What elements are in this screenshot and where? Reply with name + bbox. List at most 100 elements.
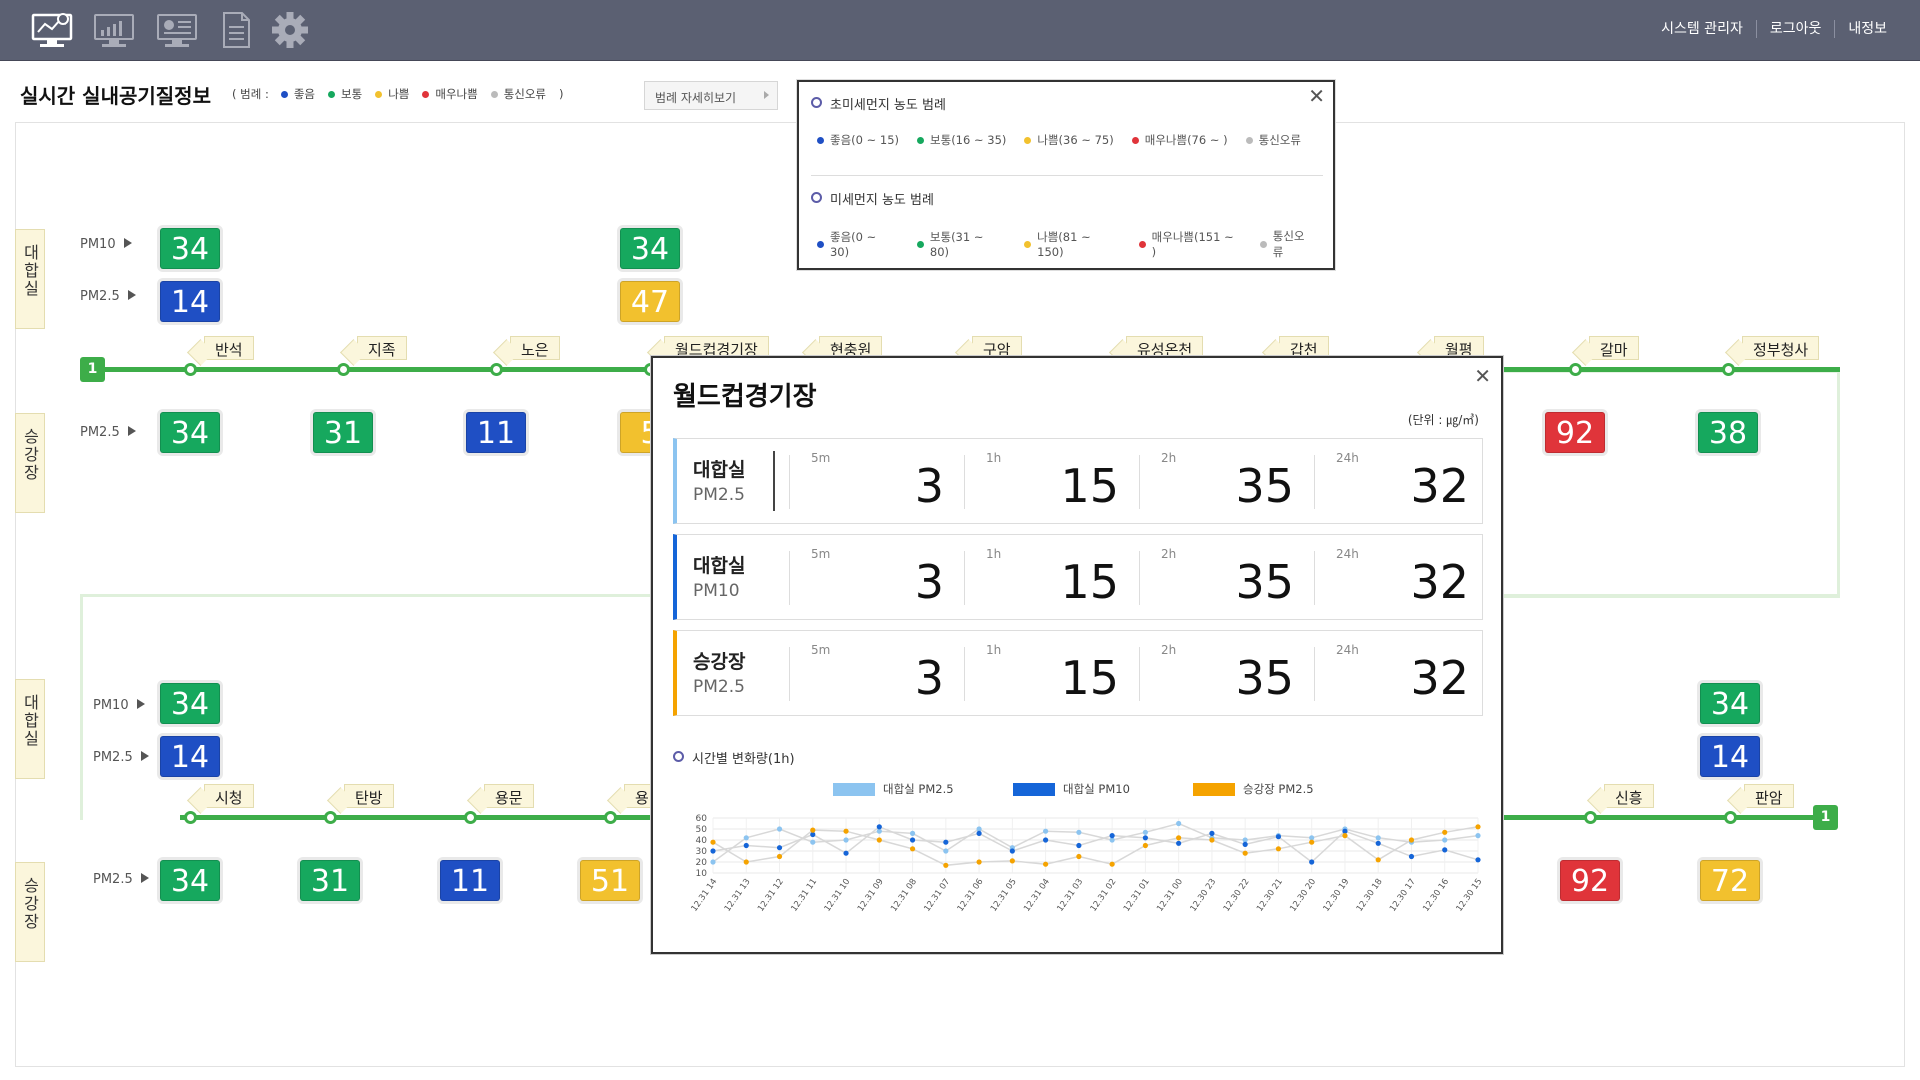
chart-title: 시간별 변화량(1h): [673, 748, 795, 767]
station-node[interactable]: [1569, 363, 1582, 376]
pm10-value-box[interactable]: 34: [620, 228, 680, 269]
station-node[interactable]: [604, 811, 617, 824]
period-cell: 2h 35: [1139, 535, 1314, 619]
selected-divider: [773, 451, 775, 511]
data-point: [1176, 820, 1182, 827]
legend-item: 통신오류: [1245, 132, 1301, 148]
station-node[interactable]: [337, 363, 350, 376]
station-label[interactable]: 노은: [510, 336, 560, 360]
period-label: 1h: [986, 547, 1002, 561]
pm25-value-box[interactable]: 14: [160, 281, 220, 322]
platform-pm25-value-box[interactable]: 31: [313, 412, 373, 453]
data-point: [1408, 853, 1415, 860]
pm10-legend-items: 좋음(0 ~ 30) 보통(31 ~ 80) 나쁨(81 ~ 150) 매우나쁨(15…: [817, 228, 1333, 260]
platform-pm25-value-box[interactable]: 11: [466, 412, 526, 453]
row-label-text: PM2.5: [93, 750, 133, 765]
station-label[interactable]: 신흥: [1604, 784, 1654, 808]
data-point: [843, 828, 849, 834]
period-cell: 2h 35: [1139, 631, 1314, 715]
period-value: 3: [914, 555, 944, 609]
legend-label: 대합실 PM2.5: [883, 782, 954, 796]
data-point: [1043, 837, 1049, 843]
platform-pm25-value-box[interactable]: 11: [440, 860, 500, 901]
data-point: [743, 859, 749, 865]
station-label[interactable]: 용문: [484, 784, 534, 808]
legend-label: 매우나쁨: [435, 87, 478, 101]
data-point: [1142, 842, 1148, 849]
legend-label: 통신오류: [503, 87, 547, 101]
data-point: [710, 839, 716, 845]
platform-pm25-value-box[interactable]: 72: [1700, 860, 1760, 901]
row-label-pm25-platform: PM2.5: [80, 425, 136, 440]
pm25-value-box[interactable]: 47: [620, 281, 680, 322]
period-value: 15: [1060, 459, 1119, 513]
measurement-card: 대합실 PM2.5 5m 3 1h 15 2h 35 24h 32: [673, 438, 1483, 524]
station-label[interactable]: 탄방: [344, 784, 394, 808]
x-tick-label: 12.31 00: [1155, 877, 1185, 914]
platform-pm25-value-box[interactable]: 34: [160, 860, 220, 901]
period-cell: 1h 15: [964, 631, 1139, 715]
period-label: 24h: [1336, 451, 1359, 465]
legend-detail-button[interactable]: 범례 자세히보기: [644, 81, 778, 110]
station-node[interactable]: [464, 811, 477, 824]
admin-link[interactable]: 시스템 관리자: [1648, 20, 1756, 38]
station-label[interactable]: 판암: [1744, 784, 1794, 808]
page-title: 실시간 실내공기질정보: [20, 84, 211, 108]
logout-link[interactable]: 로그아웃: [1755, 20, 1835, 38]
side-tab-concourse-lower: 대합실: [15, 679, 45, 779]
triangle-right-icon: [123, 238, 132, 248]
pm10-value-box[interactable]: 34: [160, 683, 220, 724]
period-value: 3: [914, 459, 944, 513]
pm10-value-box[interactable]: 34: [160, 228, 220, 269]
line-number-badge: 1: [80, 357, 105, 382]
pm25-value-box[interactable]: 14: [160, 736, 220, 777]
row-label-pm10-lower: PM10: [93, 698, 145, 713]
y-tick-label: 50: [696, 825, 708, 835]
close-icon[interactable]: ✕: [1474, 364, 1491, 388]
platform-pm25-value-box[interactable]: 31: [300, 860, 360, 901]
legend-label: 나쁨(36 ~ 75): [1037, 133, 1114, 147]
pm25-value-box[interactable]: 14: [1700, 736, 1760, 777]
side-tab-label: 승강장: [20, 877, 40, 931]
presentation-monitor-icon[interactable]: [155, 10, 199, 50]
series-line: [712, 826, 1479, 867]
platform-pm25-value-box[interactable]: 38: [1698, 412, 1758, 453]
station-node[interactable]: [184, 811, 197, 824]
station-label[interactable]: 정부청사: [1742, 336, 1820, 360]
x-tick-label: 12.31 11: [789, 877, 819, 914]
station-label[interactable]: 반석: [204, 336, 254, 360]
period-value: 3: [914, 651, 944, 705]
triangle-right-icon: [140, 873, 149, 883]
station-label[interactable]: 시청: [204, 784, 254, 808]
station-node[interactable]: [324, 811, 337, 824]
gear-icon[interactable]: [268, 10, 312, 50]
platform-pm25-value-box[interactable]: 51: [580, 860, 640, 901]
station-node[interactable]: [184, 363, 197, 376]
platform-pm25-value-box[interactable]: 92: [1560, 860, 1620, 901]
platform-pm25-value-box[interactable]: 34: [160, 412, 220, 453]
legend-dot: [817, 136, 824, 144]
pm10-value-box[interactable]: 34: [1700, 683, 1760, 724]
legend-label: 보통(31 ~ 80): [929, 230, 984, 259]
period-cell: 5m 3: [789, 631, 964, 715]
data-point: [710, 859, 716, 865]
legend-dot: [375, 90, 383, 98]
chart-monitor-icon[interactable]: [92, 10, 136, 50]
legend-dot: [1259, 240, 1267, 248]
top-bar: 시스템 관리자 로그아웃 내정보: [0, 0, 1920, 61]
station-label[interactable]: 지족: [357, 336, 407, 360]
platform-pm25-value-box[interactable]: 92: [1545, 412, 1605, 453]
my-info-link[interactable]: 내정보: [1834, 20, 1900, 38]
station-node[interactable]: [490, 363, 503, 376]
close-icon[interactable]: ✕: [1308, 84, 1325, 108]
station-node[interactable]: [1722, 363, 1735, 376]
legend-item: 나쁨(81 ~ 150): [1024, 228, 1121, 260]
legend-label: 나쁨: [388, 87, 410, 101]
station-label[interactable]: 갈마: [1589, 336, 1639, 360]
data-point: [909, 837, 916, 843]
document-icon[interactable]: [214, 10, 258, 50]
station-node[interactable]: [1584, 811, 1597, 824]
hourly-change-chart: 10203040506012.31 14 12.31 13 12.31 12 12.3…: [690, 814, 1485, 914]
monitor-dashboard-icon[interactable]: [30, 10, 74, 50]
station-node[interactable]: [1724, 811, 1737, 824]
